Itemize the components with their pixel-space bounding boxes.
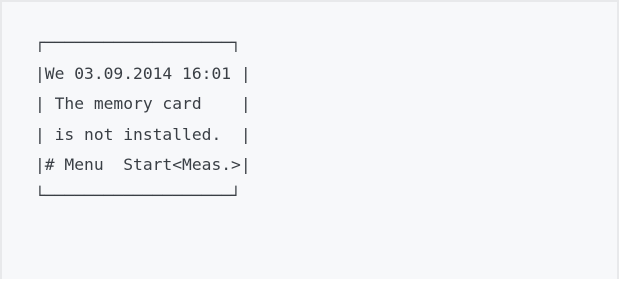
display-top-border: ┌───────────────────┐ xyxy=(35,33,241,52)
display-softkey-line: |# Menu Start<Meas.>| xyxy=(35,155,251,174)
display-message-line-2: | is not installed. | xyxy=(35,124,251,144)
display-datetime-line: |We 03.09.2014 16:01 | xyxy=(35,63,251,83)
device-display: ┌───────────────────┐ |We 03.09.2014 16:0… xyxy=(35,28,251,211)
display-message-line-1: | The memory card | xyxy=(35,94,251,113)
code-block: ┌───────────────────┐ |We 03.09.2014 16:0… xyxy=(0,0,619,279)
display-bottom-border: └───────────────────┘ xyxy=(35,185,241,205)
